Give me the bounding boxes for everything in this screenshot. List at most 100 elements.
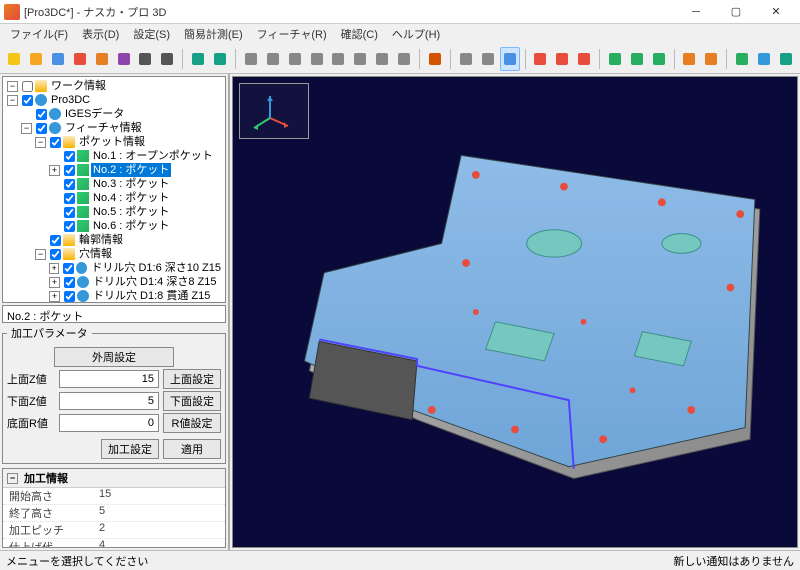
iso1-icon[interactable] bbox=[241, 47, 261, 71]
tree-node[interactable]: No.1 : オープンポケット bbox=[5, 149, 223, 163]
param-input-2[interactable] bbox=[59, 414, 159, 432]
menu-3[interactable]: 簡易計測(E) bbox=[178, 24, 249, 44]
tree-checkbox[interactable] bbox=[64, 277, 75, 288]
menu-6[interactable]: ヘルプ(H) bbox=[386, 24, 446, 44]
print-icon[interactable] bbox=[136, 47, 156, 71]
tree-node[interactable]: IGESデータ bbox=[5, 107, 223, 121]
viewport-3d[interactable] bbox=[232, 76, 798, 548]
tree-node[interactable]: −Pro3DC bbox=[5, 93, 223, 107]
expander-icon[interactable]: + bbox=[49, 263, 59, 274]
path-icon[interactable] bbox=[552, 47, 572, 71]
status-notify: 新しい通知はありません bbox=[673, 553, 794, 569]
tree-label: No.1 : オープンポケット bbox=[91, 149, 215, 163]
tree-node[interactable]: No.6 : ポケット bbox=[5, 219, 223, 233]
tree-checkbox[interactable] bbox=[50, 137, 61, 148]
tree-checkbox[interactable] bbox=[64, 193, 75, 204]
box2-icon[interactable] bbox=[627, 47, 647, 71]
preview-icon[interactable] bbox=[157, 47, 177, 71]
tree-checkbox[interactable] bbox=[64, 165, 75, 176]
tree-checkbox[interactable] bbox=[64, 179, 75, 190]
param-btn-0[interactable]: 上面設定 bbox=[163, 369, 221, 389]
param-btn-1[interactable]: 下面設定 bbox=[163, 391, 221, 411]
tree-node[interactable]: No.4 : ポケット bbox=[5, 191, 223, 205]
iso7-icon[interactable] bbox=[372, 47, 392, 71]
help-icon[interactable] bbox=[732, 47, 752, 71]
feat-icon[interactable] bbox=[530, 47, 550, 71]
sim2-icon[interactable] bbox=[701, 47, 721, 71]
param-input-0[interactable] bbox=[59, 370, 159, 388]
minimize-button[interactable]: ─ bbox=[676, 0, 716, 23]
tree-checkbox[interactable] bbox=[50, 235, 61, 246]
tree-node[interactable]: +No.2 : ポケット bbox=[5, 163, 223, 177]
tree-node[interactable]: +ドリル穴 D1:6 深さ10 Z15 bbox=[5, 261, 223, 275]
outer-settings-button[interactable]: 外周設定 bbox=[54, 347, 174, 367]
tree-checkbox[interactable] bbox=[36, 123, 47, 134]
new-file-icon[interactable] bbox=[4, 47, 24, 71]
iso8-icon[interactable] bbox=[394, 47, 414, 71]
close-button[interactable]: ✕ bbox=[756, 0, 796, 23]
tree-node[interactable]: No.5 : ポケット bbox=[5, 205, 223, 219]
tree-node[interactable]: −フィーチャ情報 bbox=[5, 121, 223, 135]
plane-icon[interactable] bbox=[210, 47, 230, 71]
tree-checkbox[interactable] bbox=[50, 249, 61, 260]
web-icon[interactable] bbox=[754, 47, 774, 71]
expander-icon[interactable]: − bbox=[21, 123, 32, 134]
tree-checkbox[interactable] bbox=[64, 291, 75, 302]
param-input-1[interactable] bbox=[59, 392, 159, 410]
tree-checkbox[interactable] bbox=[22, 95, 33, 106]
box1-icon[interactable] bbox=[605, 47, 625, 71]
check-icon[interactable] bbox=[574, 47, 594, 71]
expander-icon[interactable]: + bbox=[49, 291, 60, 302]
tree-checkbox[interactable] bbox=[22, 81, 33, 92]
select-icon[interactable] bbox=[70, 47, 90, 71]
tree-checkbox[interactable] bbox=[36, 109, 47, 120]
zoom-icon[interactable] bbox=[92, 47, 112, 71]
tree-node[interactable]: −ポケット情報 bbox=[5, 135, 223, 149]
iso3-icon[interactable] bbox=[285, 47, 305, 71]
info-val: 2 bbox=[93, 522, 225, 538]
menu-2[interactable]: 設定(S) bbox=[127, 24, 176, 44]
shade-icon[interactable] bbox=[500, 47, 520, 71]
param-btn-2[interactable]: R値設定 bbox=[163, 413, 221, 433]
menu-1[interactable]: 表示(D) bbox=[76, 24, 125, 44]
expander-icon[interactable]: − bbox=[35, 249, 46, 260]
tree-node[interactable]: +ドリル穴 D1:8 貫通 Z15 bbox=[5, 289, 223, 303]
menu-0[interactable]: ファイル(F) bbox=[4, 24, 74, 44]
maximize-button[interactable]: ▢ bbox=[716, 0, 756, 23]
iso6-icon[interactable] bbox=[350, 47, 370, 71]
axis-gizmo[interactable] bbox=[239, 83, 309, 139]
apply-btn-1[interactable]: 適用 bbox=[163, 439, 221, 459]
save-icon[interactable] bbox=[48, 47, 68, 71]
ver-icon[interactable] bbox=[776, 47, 796, 71]
expander-icon[interactable]: + bbox=[49, 165, 60, 176]
hide-icon[interactable] bbox=[456, 47, 476, 71]
tree-node[interactable]: +ドリル穴 D1:4 深さ8 Z15 bbox=[5, 275, 223, 289]
iso4-icon[interactable] bbox=[307, 47, 327, 71]
tree-checkbox[interactable] bbox=[64, 221, 75, 232]
sim1-icon[interactable] bbox=[680, 47, 700, 71]
expander-icon[interactable]: − bbox=[7, 81, 18, 92]
box3-icon[interactable] bbox=[649, 47, 669, 71]
tree-checkbox[interactable] bbox=[64, 151, 75, 162]
feature-tree[interactable]: −ワーク情報−Pro3DCIGESデータ−フィーチャ情報−ポケット情報No.1 … bbox=[2, 76, 226, 303]
tree-node[interactable]: −穴情報 bbox=[5, 247, 223, 261]
collapse-icon[interactable]: − bbox=[7, 473, 18, 484]
expander-icon[interactable]: − bbox=[35, 137, 46, 148]
open-icon[interactable] bbox=[26, 47, 46, 71]
expander-icon[interactable]: + bbox=[49, 277, 60, 288]
menu-4[interactable]: フィーチャ(R) bbox=[251, 24, 333, 44]
expander-icon[interactable]: − bbox=[7, 95, 18, 106]
fit-icon[interactable] bbox=[114, 47, 134, 71]
menu-5[interactable]: 確認(C) bbox=[335, 24, 384, 44]
iso2-icon[interactable] bbox=[263, 47, 283, 71]
tree-node[interactable]: −ワーク情報 bbox=[5, 79, 223, 93]
render1-icon[interactable] bbox=[425, 47, 445, 71]
tree-checkbox[interactable] bbox=[64, 207, 75, 218]
tree-node[interactable]: 輪郭情報 bbox=[5, 233, 223, 247]
iso5-icon[interactable] bbox=[329, 47, 349, 71]
apply-btn-0[interactable]: 加工設定 bbox=[101, 439, 159, 459]
tree-checkbox[interactable] bbox=[63, 263, 74, 274]
axis-icon[interactable] bbox=[188, 47, 208, 71]
tree-node[interactable]: No.3 : ポケット bbox=[5, 177, 223, 191]
show-icon[interactable] bbox=[478, 47, 498, 71]
